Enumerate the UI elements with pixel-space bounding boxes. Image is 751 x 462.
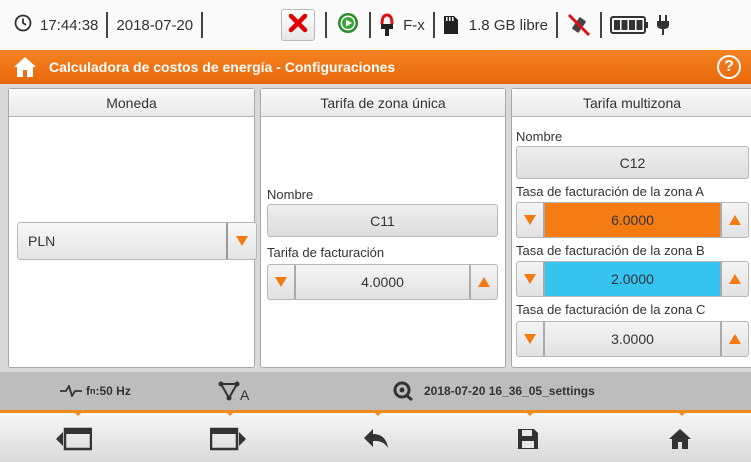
single-rate-label: Tarifa de facturación — [267, 245, 385, 260]
zone-a-stepper[interactable]: 6.0000 — [516, 202, 749, 238]
zone-b-value: 2.0000 — [543, 262, 722, 296]
page-title: Calculadora de costos de energía - Confi… — [49, 59, 396, 75]
save-icon — [517, 428, 539, 450]
single-name-label: Nombre — [267, 187, 314, 202]
currency-select[interactable]: PLN — [17, 222, 257, 260]
home-button[interactable] — [650, 419, 710, 459]
single-zone-panel: Tarifa de zona única Nombre C11 Tarifa d… — [260, 88, 506, 368]
multi-zone-panel: Tarifa multizona Nombre C12 Tasa de fact… — [511, 88, 751, 368]
close-icon — [288, 13, 308, 37]
decrement-button[interactable] — [517, 322, 543, 356]
single-name-field[interactable]: C11 — [267, 204, 498, 237]
bottom-toolbar — [0, 410, 751, 462]
frequency-value: 50 Hz — [99, 384, 131, 398]
decrement-button[interactable] — [517, 203, 543, 237]
info-bar: f n:50 Hz A 2018-07-20 16_36_05_settings — [0, 372, 751, 410]
plug-icon — [656, 14, 670, 36]
phasor-label: A — [240, 387, 250, 403]
single-rate-value: 4.0000 — [294, 265, 471, 299]
title-bar: Calculadora de costos de energía - Confi… — [0, 50, 751, 84]
save-button[interactable] — [498, 419, 558, 459]
multi-name-label: Nombre — [516, 129, 563, 144]
decrement-button[interactable] — [517, 262, 543, 296]
prev-screen-button[interactable] — [44, 419, 104, 459]
zone-c-value: 3.0000 — [543, 322, 722, 356]
phasor-indicator: A — [218, 372, 249, 410]
single-zone-header: Tarifa de zona única — [261, 89, 505, 117]
clock-icon — [14, 14, 32, 36]
status-time: 17:44:38 — [40, 16, 99, 34]
multi-zone-header: Tarifa multizona — [512, 89, 751, 117]
currency-panel: Moneda PLN — [8, 88, 257, 368]
home-icon — [668, 428, 692, 450]
currency-header: Moneda — [9, 89, 254, 117]
chevron-down-icon — [226, 223, 256, 259]
no-gps-icon — [566, 12, 592, 38]
sd-card-icon — [443, 15, 459, 35]
status-storage: 1.8 GB libre — [468, 16, 549, 34]
single-rate-stepper[interactable]: 4.0000 — [267, 264, 498, 300]
increment-button[interactable] — [471, 265, 497, 299]
zone-a-value: 6.0000 — [543, 203, 722, 237]
multi-name-field[interactable]: C12 — [516, 146, 749, 179]
increment-button[interactable] — [722, 262, 748, 296]
settings-file-name: 2018-07-20 16_36_05_settings — [424, 384, 595, 398]
status-bar: 17:44:38 2018-07-20 F-x 1.8 GB libre — [0, 0, 751, 50]
zone-c-stepper[interactable]: 3.0000 — [516, 321, 749, 357]
zone-a-label: Tasa de facturación de la zona A — [516, 184, 704, 199]
zone-b-stepper[interactable]: 2.0000 — [516, 261, 749, 297]
back-button[interactable] — [346, 419, 406, 459]
battery-icon — [610, 16, 650, 34]
next-screen-button[interactable] — [198, 419, 258, 459]
currency-value: PLN — [28, 233, 56, 249]
prev-screen-icon — [56, 427, 92, 451]
probe-icon — [379, 13, 395, 37]
status-date: 2018-07-20 — [116, 16, 194, 34]
zone-c-label: Tasa de facturación de la zona C — [516, 302, 706, 317]
zone-b-label: Tasa de facturación de la zona B — [516, 243, 705, 258]
settings-file-icon — [392, 381, 414, 401]
frequency-indicator: f n:50 Hz — [60, 372, 131, 410]
phasor-icon — [218, 381, 240, 401]
settings-file-indicator: 2018-07-20 16_36_05_settings — [392, 372, 595, 410]
decrement-button[interactable] — [268, 265, 294, 299]
play-icon — [337, 12, 359, 38]
status-mode: F-x — [403, 16, 425, 34]
waveform-icon — [60, 385, 82, 397]
increment-button[interactable] — [722, 203, 748, 237]
back-icon — [363, 428, 389, 450]
help-icon[interactable]: ? — [717, 55, 741, 79]
home-icon[interactable] — [13, 56, 37, 78]
close-button[interactable] — [281, 9, 316, 41]
next-screen-icon — [210, 427, 246, 451]
increment-button[interactable] — [722, 322, 748, 356]
